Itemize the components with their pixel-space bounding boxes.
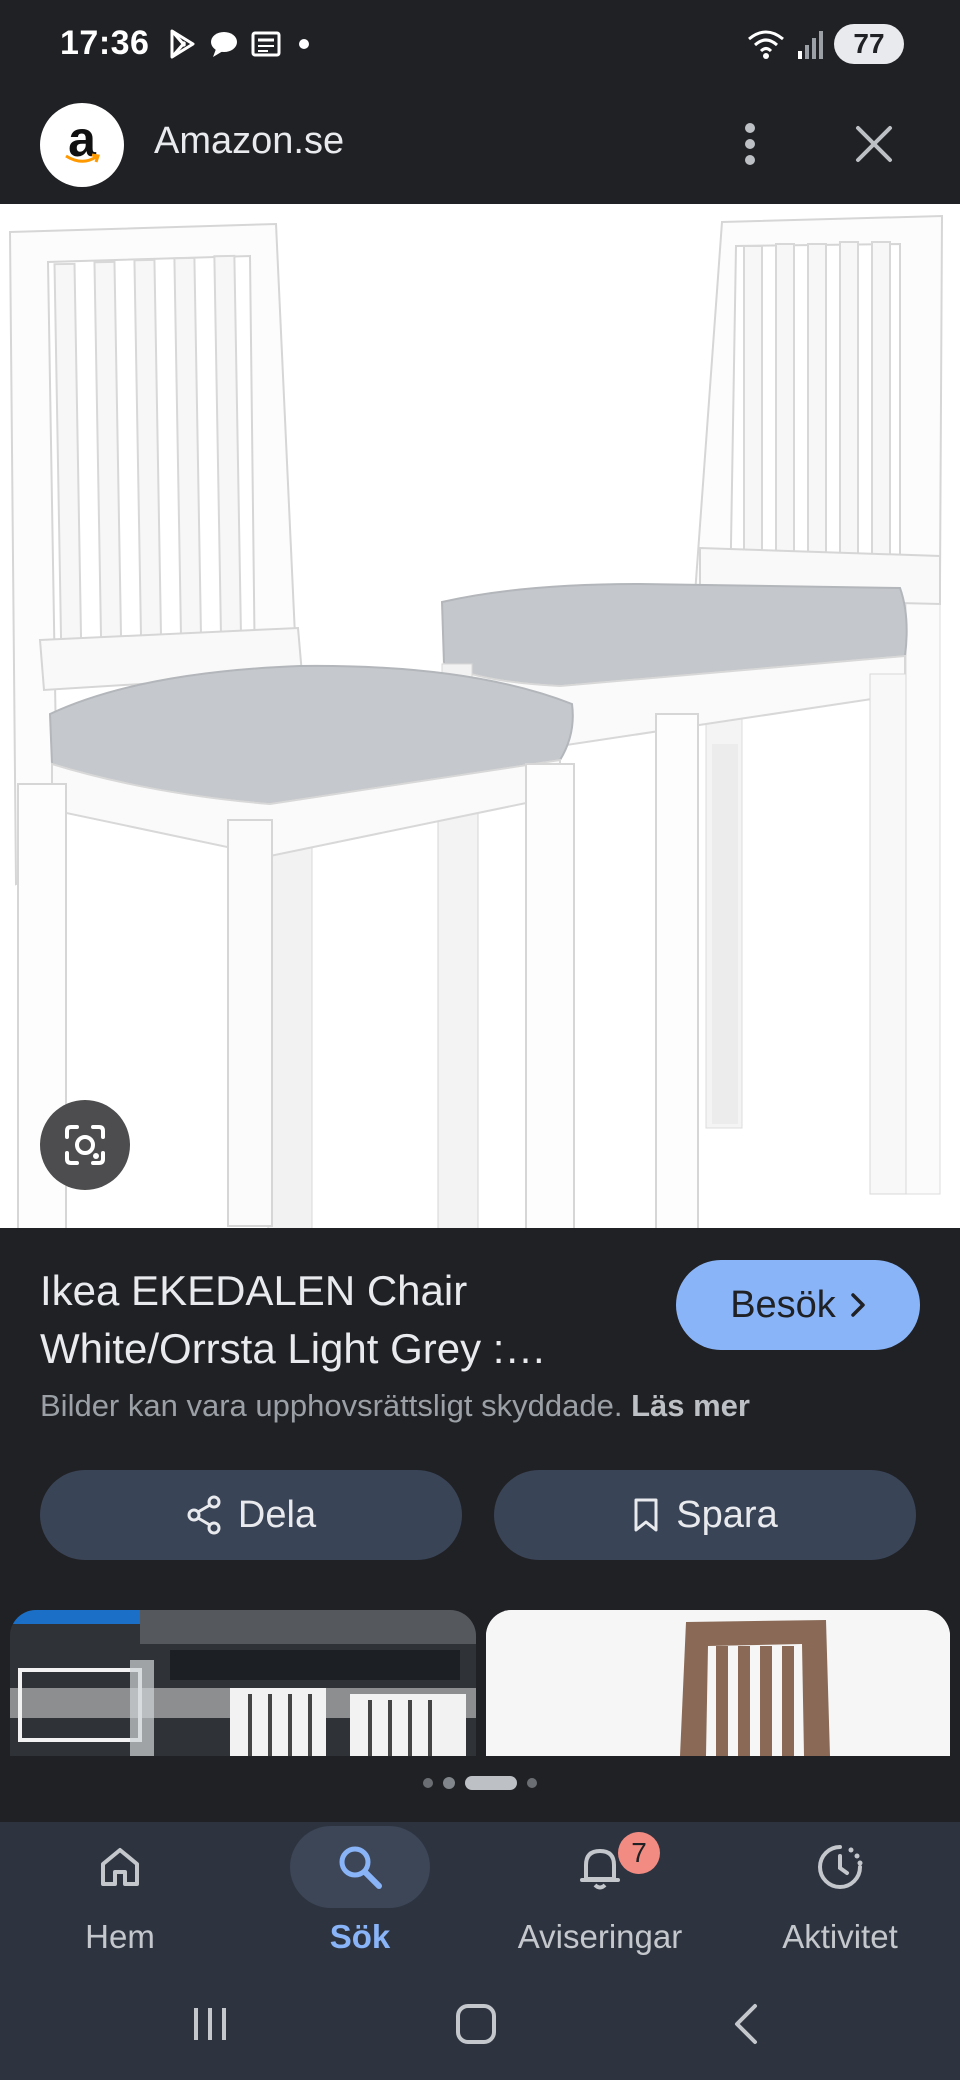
product-image[interactable] [0, 204, 960, 1228]
chevron-right-icon [851, 1293, 865, 1317]
system-navigation-bar [0, 1972, 960, 2080]
news-icon [251, 31, 281, 57]
history-icon [818, 1845, 863, 1889]
amazon-smile-icon [65, 153, 100, 163]
bottom-navigation: Hem Sök 7 Aviseringar Aktivitet [0, 1822, 960, 1972]
nav-search-label: Sök [329, 1918, 391, 1955]
search-icon [339, 1846, 382, 1889]
copyright-text: Bilder kan vara upphovsrättsligt skyddad… [40, 1388, 623, 1423]
notification-dot-icon [299, 39, 309, 49]
save-label: Spara [676, 1493, 778, 1536]
recent-apps-button[interactable] [170, 1994, 250, 2054]
nav-search[interactable]: Sök [240, 1822, 480, 1972]
back-button[interactable] [706, 1994, 786, 2054]
nav-activity-label: Aktivitet [782, 1918, 898, 1955]
bell-icon [580, 1849, 620, 1890]
related-image-chair-brown[interactable] [486, 1610, 950, 1756]
wifi-icon [748, 30, 784, 59]
page-dot [423, 1778, 433, 1788]
back-icon [735, 2004, 757, 2044]
visit-label: Besök [730, 1283, 836, 1326]
recent-apps-icon [194, 2008, 226, 2040]
home-square-icon [456, 2004, 496, 2044]
copyright-notice: Bilder kan vara upphovsrättsligt skyddad… [40, 1388, 750, 1424]
page-dot [527, 1778, 537, 1788]
page-dot [443, 1777, 455, 1789]
lens-icon [65, 1125, 105, 1165]
battery-icon: 77 [834, 24, 904, 64]
source-header: a Amazon.se [0, 92, 960, 204]
status-time: 17:36 [60, 24, 150, 62]
share-label: Dela [237, 1493, 317, 1536]
signal-icon [798, 31, 823, 59]
close-icon[interactable] [844, 114, 904, 174]
store-photo [10, 1610, 476, 1756]
battery-level: 77 [853, 28, 885, 59]
share-button[interactable]: Dela [40, 1470, 462, 1560]
notification-badge: 7 [618, 1832, 660, 1874]
play-store-icon [170, 29, 195, 59]
related-image-store[interactable] [10, 1610, 476, 1756]
nav-notifications[interactable]: 7 Aviseringar [480, 1822, 720, 1972]
bookmark-icon [634, 1498, 658, 1532]
visit-button[interactable]: Besök [676, 1260, 920, 1350]
result-title[interactable]: Ikea EKEDALEN Chair White/Orrsta Light G… [40, 1262, 640, 1378]
brown-chair-photo [486, 1610, 950, 1756]
page-dot-active [465, 1776, 517, 1790]
share-icon [187, 1495, 221, 1535]
home-icon [101, 1848, 139, 1886]
save-button[interactable]: Spara [494, 1470, 916, 1560]
home-button[interactable] [436, 1994, 516, 2054]
carousel-indicator [0, 1776, 960, 1790]
nav-home[interactable]: Hem [0, 1822, 240, 1972]
amazon-logo[interactable]: a [40, 103, 124, 187]
chat-bubble-icon [211, 32, 237, 57]
site-name[interactable]: Amazon.se [154, 120, 344, 163]
nav-notifications-label: Aviseringar [517, 1918, 683, 1955]
read-more-link[interactable]: Läs mer [631, 1388, 750, 1423]
chairs-illustration [8, 214, 944, 1228]
nav-home-label: Hem [85, 1918, 155, 1955]
nav-activity[interactable]: Aktivitet [720, 1822, 960, 1972]
google-lens-button[interactable] [40, 1100, 130, 1190]
more-vert-icon[interactable] [730, 114, 770, 174]
status-bar: 17:36 77 [0, 0, 960, 92]
